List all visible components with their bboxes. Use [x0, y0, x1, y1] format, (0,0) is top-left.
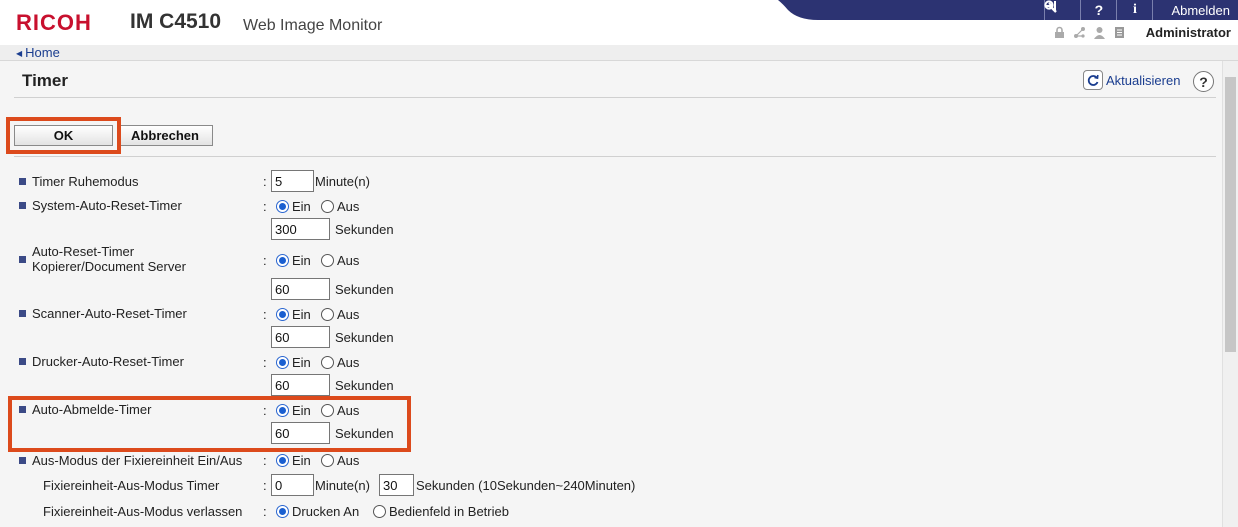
copier-reset-on-label: Ein: [292, 253, 311, 268]
bullet-icon: [19, 457, 26, 464]
printer-reset-off-label: Aus: [337, 355, 360, 370]
copier-reset-input[interactable]: [271, 278, 330, 300]
scrollbar-thumb[interactable]: [1225, 77, 1236, 352]
info-icon[interactable]: i: [1116, 0, 1152, 20]
scanner-reset-off-radio[interactable]: [321, 308, 334, 321]
fuser-exit-print-radio[interactable]: [276, 505, 289, 518]
scanner-reset-label: Scanner-Auto-Reset-Timer: [32, 306, 187, 321]
user-icon: [1093, 26, 1106, 39]
sleep-timer-label: Timer Ruhemodus: [32, 174, 139, 189]
fuser-off-label: Aus-Modus der Fixiereinheit Ein/Aus: [32, 453, 243, 468]
printer-reset-on-label: Ein: [292, 355, 311, 370]
model-name: IM C4510: [130, 10, 222, 33]
fuser-off-off-radio[interactable]: [321, 454, 334, 467]
header: RICOH IM C4510 Web Image Monitor ? i Abm…: [0, 0, 1238, 45]
copier-reset-unit: Sekunden: [335, 282, 394, 297]
copier-reset-on-radio[interactable]: [276, 254, 289, 267]
breadcrumb: ◀ Home: [0, 45, 1238, 61]
scanner-reset-off-label: Aus: [337, 307, 360, 322]
vertical-scrollbar[interactable]: [1222, 61, 1238, 527]
auto-logout-highlight: [8, 396, 411, 452]
copier-reset-off-label: Aus: [337, 253, 360, 268]
refresh-button[interactable]: Aktualisieren: [1083, 70, 1180, 90]
fuser-timer-label: Fixiereinheit-Aus-Modus Timer: [43, 478, 220, 493]
system-reset-input[interactable]: [271, 218, 330, 240]
app-name: Web Image Monitor: [243, 17, 383, 34]
colon: :: [263, 355, 267, 370]
printer-reset-on-radio[interactable]: [276, 356, 289, 369]
fuser-off-on-label: Ein: [292, 453, 311, 468]
system-reset-off-radio[interactable]: [321, 200, 334, 213]
logout-label: Abmelden: [1171, 2, 1230, 18]
fuser-exit-panel-radio[interactable]: [373, 505, 386, 518]
bullet-icon: [19, 256, 26, 263]
logout-button[interactable]: Abmelden: [1045, 0, 1238, 20]
printer-reset-off-radio[interactable]: [321, 356, 334, 369]
page-title: Timer: [22, 71, 68, 90]
colon: :: [263, 174, 267, 189]
system-reset-on-radio[interactable]: [276, 200, 289, 213]
bullet-icon: [19, 358, 26, 365]
bullet-icon: [19, 202, 26, 209]
main-content: Timer Aktualisieren ? OK Abbrechen Timer…: [0, 61, 1222, 527]
scanner-reset-input[interactable]: [271, 326, 330, 348]
title-divider: [14, 97, 1216, 98]
current-user: Administrator: [1145, 25, 1231, 40]
colon: :: [263, 478, 267, 493]
button-divider: [14, 156, 1216, 157]
fuser-off-on-radio[interactable]: [276, 454, 289, 467]
colon: :: [263, 504, 267, 519]
status-icons: [1053, 26, 1126, 39]
printer-reset-input[interactable]: [271, 374, 330, 396]
fuser-exit-label: Fixiereinheit-Aus-Modus verlassen: [43, 504, 243, 519]
system-reset-off-label: Aus: [337, 199, 360, 214]
chevron-left-icon: ◀: [16, 49, 23, 58]
bullet-icon: [19, 310, 26, 317]
fuser-exit-print-label: Drucken An: [292, 504, 360, 519]
colon: :: [263, 453, 267, 468]
fuser-off-off-label: Aus: [337, 453, 360, 468]
fuser-seconds-input[interactable]: [379, 474, 414, 496]
bullet-icon: [19, 178, 26, 185]
copier-reset-label-line1: Auto-Reset-Timer: [32, 244, 135, 259]
system-reset-label: System-Auto-Reset-Timer: [32, 198, 182, 213]
page-help-icon[interactable]: ?: [1193, 71, 1214, 92]
scanner-reset-on-radio[interactable]: [276, 308, 289, 321]
refresh-icon: [1083, 70, 1103, 90]
sleep-timer-input[interactable]: [271, 170, 314, 192]
home-link[interactable]: ◀ Home: [16, 45, 60, 60]
ricoh-logo: RICOH: [16, 10, 92, 35]
cancel-button[interactable]: Abbrechen: [117, 125, 213, 146]
network-icon: [1073, 26, 1086, 39]
help-icon[interactable]: ?: [1080, 0, 1116, 20]
fuser-seconds-unit: Sekunden (10Sekunden~240Minuten): [416, 478, 636, 493]
lock-icon: [1053, 26, 1066, 39]
system-reset-unit: Sekunden: [335, 222, 394, 237]
colon: :: [263, 307, 267, 322]
fuser-exit-panel-label: Bedienfeld in Betrieb: [389, 504, 509, 519]
home-label: Home: [25, 45, 60, 60]
printer-reset-label: Drucker-Auto-Reset-Timer: [32, 354, 184, 369]
ok-button-highlight: [6, 117, 121, 154]
document-icon: [1113, 26, 1126, 39]
system-reset-on-label: Ein: [292, 199, 311, 214]
fuser-minutes-unit: Minute(n): [315, 478, 370, 493]
scanner-reset-unit: Sekunden: [335, 330, 394, 345]
top-toolbar: ? i Abmelden: [778, 0, 1238, 20]
copier-reset-label-line2: Kopierer/Document Server: [32, 259, 186, 274]
copier-reset-off-radio[interactable]: [321, 254, 334, 267]
sleep-timer-unit: Minute(n): [315, 174, 370, 189]
colon: :: [263, 253, 267, 268]
refresh-label: Aktualisieren: [1106, 72, 1181, 88]
printer-reset-unit: Sekunden: [335, 378, 394, 393]
colon: :: [263, 199, 267, 214]
scanner-reset-on-label: Ein: [292, 307, 311, 322]
fuser-minutes-input[interactable]: [271, 474, 314, 496]
